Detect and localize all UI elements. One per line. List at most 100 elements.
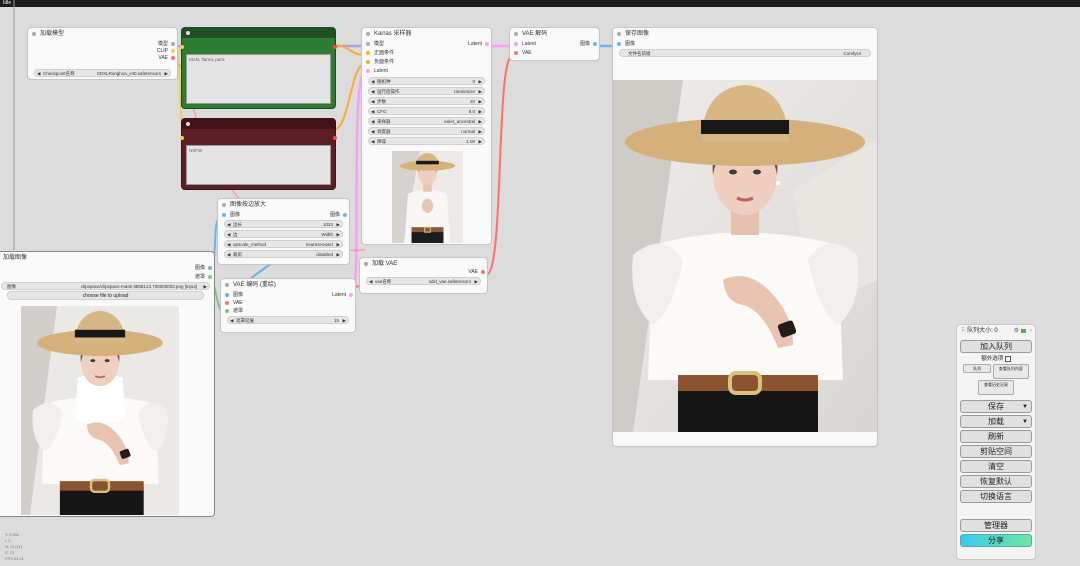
socket[interactable] bbox=[617, 42, 621, 46]
socket[interactable] bbox=[222, 213, 226, 217]
arrow-left-icon[interactable]: ◀ bbox=[227, 231, 230, 238]
restore-default-button[interactable]: 恢复默认 bbox=[960, 475, 1032, 488]
prompt-textarea[interactable]: NSFW bbox=[186, 145, 331, 185]
output-conditioning-socket[interactable] bbox=[333, 45, 337, 49]
input-clip-socket[interactable] bbox=[180, 45, 184, 49]
view-history-button[interactable]: 查看历史记录 bbox=[978, 380, 1014, 395]
arrow-left-icon[interactable]: ◀ bbox=[371, 98, 374, 105]
input-image[interactable]: 图像 Latent bbox=[221, 291, 355, 299]
node-collapse-dot[interactable] bbox=[186, 122, 190, 126]
image-icon[interactable] bbox=[1021, 329, 1026, 333]
node-collapse-dot[interactable] bbox=[617, 32, 621, 36]
node-load-image[interactable]: 加载图像 图像 遮罩 图像 clipspace/clipspace-mask-38… bbox=[0, 251, 215, 517]
socket[interactable] bbox=[208, 275, 212, 279]
input-model[interactable]: 模型 Latent bbox=[362, 40, 491, 48]
output-latent-socket[interactable] bbox=[349, 293, 353, 297]
arrow-right-icon[interactable]: ▶ bbox=[479, 108, 482, 115]
socket[interactable] bbox=[366, 60, 370, 64]
queue-prompt-button[interactable]: 加入队列 bbox=[960, 340, 1032, 353]
node-collapse-dot[interactable] bbox=[364, 262, 368, 266]
clipspace-button[interactable]: 剪贴空间 bbox=[960, 445, 1032, 458]
node-save-image[interactable]: 保存图像 图像 文件名前缀 ComfyUI bbox=[612, 27, 878, 447]
node-collapse-dot[interactable] bbox=[32, 32, 36, 36]
vae-name-select[interactable]: ◀ vae名称 sdxl_vae.safetensors ▶ bbox=[366, 277, 481, 285]
widget-grow-mask[interactable]: ◀ 遮罩延展 15 ▶ bbox=[227, 316, 349, 324]
arrow-right-icon[interactable]: ▶ bbox=[479, 88, 482, 95]
node-collapse-dot[interactable] bbox=[514, 32, 518, 36]
node-ksampler[interactable]: Karras 采样器 模型 Latent 正面条件 负面条件 Latent ◀ 随… bbox=[361, 27, 492, 245]
refresh-button[interactable]: 刷新 bbox=[960, 430, 1032, 443]
arrow-right-icon[interactable]: ▶ bbox=[479, 98, 482, 105]
socket[interactable] bbox=[514, 51, 518, 55]
socket[interactable] bbox=[481, 270, 485, 274]
input-latent[interactable]: Latent 图像 bbox=[510, 40, 599, 48]
extra-options-checkbox[interactable] bbox=[1004, 355, 1011, 362]
output-conditioning-socket[interactable] bbox=[333, 136, 337, 140]
widget-side-length[interactable]: ◀ 边长 1024 ▶ bbox=[224, 220, 343, 228]
socket[interactable] bbox=[514, 42, 518, 46]
node-collapse-dot[interactable] bbox=[225, 283, 229, 287]
arrow-left-icon[interactable]: ◀ bbox=[371, 88, 374, 95]
arrow-right-icon[interactable]: ▶ bbox=[337, 231, 340, 238]
widget-sampler[interactable]: ◀ 采样器 euler_ancestral ▶ bbox=[368, 117, 485, 125]
input-vae[interactable]: VAE bbox=[221, 299, 355, 307]
widget-cfg[interactable]: ◀ CFG 8.0 ▶ bbox=[368, 107, 485, 115]
upload-button[interactable]: choose file to upload bbox=[7, 291, 204, 300]
widget-seed[interactable]: ◀ 随机种 0 ▶ bbox=[368, 77, 485, 85]
save-button[interactable]: 保存 ▼ bbox=[960, 400, 1032, 413]
arrow-left-icon[interactable]: ◀ bbox=[371, 128, 374, 135]
output-image-socket[interactable] bbox=[343, 213, 347, 217]
widget-side[interactable]: ◀ 边 Width ▶ bbox=[224, 230, 343, 238]
socket[interactable] bbox=[171, 49, 175, 53]
arrow-right-icon[interactable]: ▶ bbox=[165, 70, 168, 77]
node-collapse-dot[interactable] bbox=[366, 32, 370, 36]
socket[interactable] bbox=[366, 51, 370, 55]
clear-button[interactable]: 清空 bbox=[960, 460, 1032, 473]
queue-front-button[interactable]: 队列 bbox=[963, 364, 992, 373]
node-negative-prompt[interactable]: NSFW bbox=[180, 118, 337, 190]
node-image-scale[interactable]: 图像按边放大 图像 图像 ◀ 边长 1024 ▶ ◀ 边 Width ▶ ◀ upscale_… bbox=[217, 198, 350, 265]
arrow-left-icon[interactable]: ◀ bbox=[371, 138, 374, 145]
arrow-right-icon[interactable]: ▶ bbox=[337, 241, 340, 248]
output-vae[interactable]: VAE bbox=[360, 268, 487, 276]
socket[interactable] bbox=[225, 293, 229, 297]
arrow-left-icon[interactable]: ◀ bbox=[227, 251, 230, 258]
input-latent[interactable]: Latent bbox=[362, 67, 491, 75]
image-select[interactable]: 图像 clipspace/clipspace-mask-3858123.70000… bbox=[1, 282, 210, 290]
arrow-right-icon[interactable]: ▶ bbox=[479, 128, 482, 135]
prompt-textarea[interactable]: MAN, flared, pack bbox=[186, 54, 331, 104]
arrow-left-icon[interactable]: ◀ bbox=[227, 221, 230, 228]
socket[interactable] bbox=[208, 266, 212, 270]
arrow-right-icon[interactable]: ▶ bbox=[479, 138, 482, 145]
node-vae-encode-inpaint[interactable]: VAE 编码 (重绘) 图像 Latent VAE 遮罩 ◀ 遮罩延展 15 ▶ bbox=[220, 278, 356, 333]
widget-denoise[interactable]: ◀ 降噪 1.00 ▶ bbox=[368, 137, 485, 145]
arrow-right-icon[interactable]: ▶ bbox=[204, 283, 207, 290]
node-vae-decode[interactable]: VAE 解码 Latent 图像 VAE bbox=[509, 27, 600, 61]
gear-icon[interactable]: ⚙ bbox=[1014, 325, 1019, 337]
widget-scheduler[interactable]: ◀ 调度器 normal ▶ bbox=[368, 127, 485, 135]
input-positive[interactable]: 正面条件 bbox=[362, 49, 491, 57]
node-load-checkpoint[interactable]: 加载模型 模型 CLIP VAE ◀ Checkpoint名称 SDXLRong… bbox=[27, 27, 178, 80]
socket[interactable] bbox=[171, 42, 175, 46]
arrow-left-icon[interactable]: ◀ bbox=[371, 118, 374, 125]
arrow-right-icon[interactable]: ▶ bbox=[479, 78, 482, 85]
checkpoint-select[interactable]: ◀ Checkpoint名称 SDXLRonghua_v40.safetenso… bbox=[34, 69, 171, 77]
output-image-socket[interactable] bbox=[593, 42, 597, 46]
arrow-right-icon[interactable]: ▶ bbox=[337, 251, 340, 258]
arrow-left-icon[interactable]: ◀ bbox=[371, 78, 374, 85]
socket[interactable] bbox=[366, 69, 370, 73]
widget-steps[interactable]: ◀ 步数 20 ▶ bbox=[368, 97, 485, 105]
arrow-left-icon[interactable]: ◀ bbox=[37, 70, 40, 77]
drag-handle-icon[interactable]: ⠿ bbox=[961, 328, 965, 334]
node-positive-prompt[interactable]: MAN, flared, pack bbox=[180, 27, 337, 109]
input-image[interactable]: 图像 bbox=[613, 40, 877, 48]
arrow-right-icon[interactable]: ▶ bbox=[479, 118, 482, 125]
output-mask[interactable]: 遮罩 bbox=[0, 273, 214, 281]
input-negative[interactable]: 负面条件 bbox=[362, 58, 491, 66]
input-image[interactable]: 图像 图像 bbox=[218, 211, 349, 219]
widget-crop[interactable]: ◀ 裁剪 disabled ▶ bbox=[224, 250, 343, 258]
switch-language-button[interactable]: 切换语言 bbox=[960, 490, 1032, 503]
node-collapse-dot[interactable] bbox=[222, 203, 226, 207]
arrow-left-icon[interactable]: ◀ bbox=[230, 317, 233, 324]
socket[interactable] bbox=[366, 42, 370, 46]
